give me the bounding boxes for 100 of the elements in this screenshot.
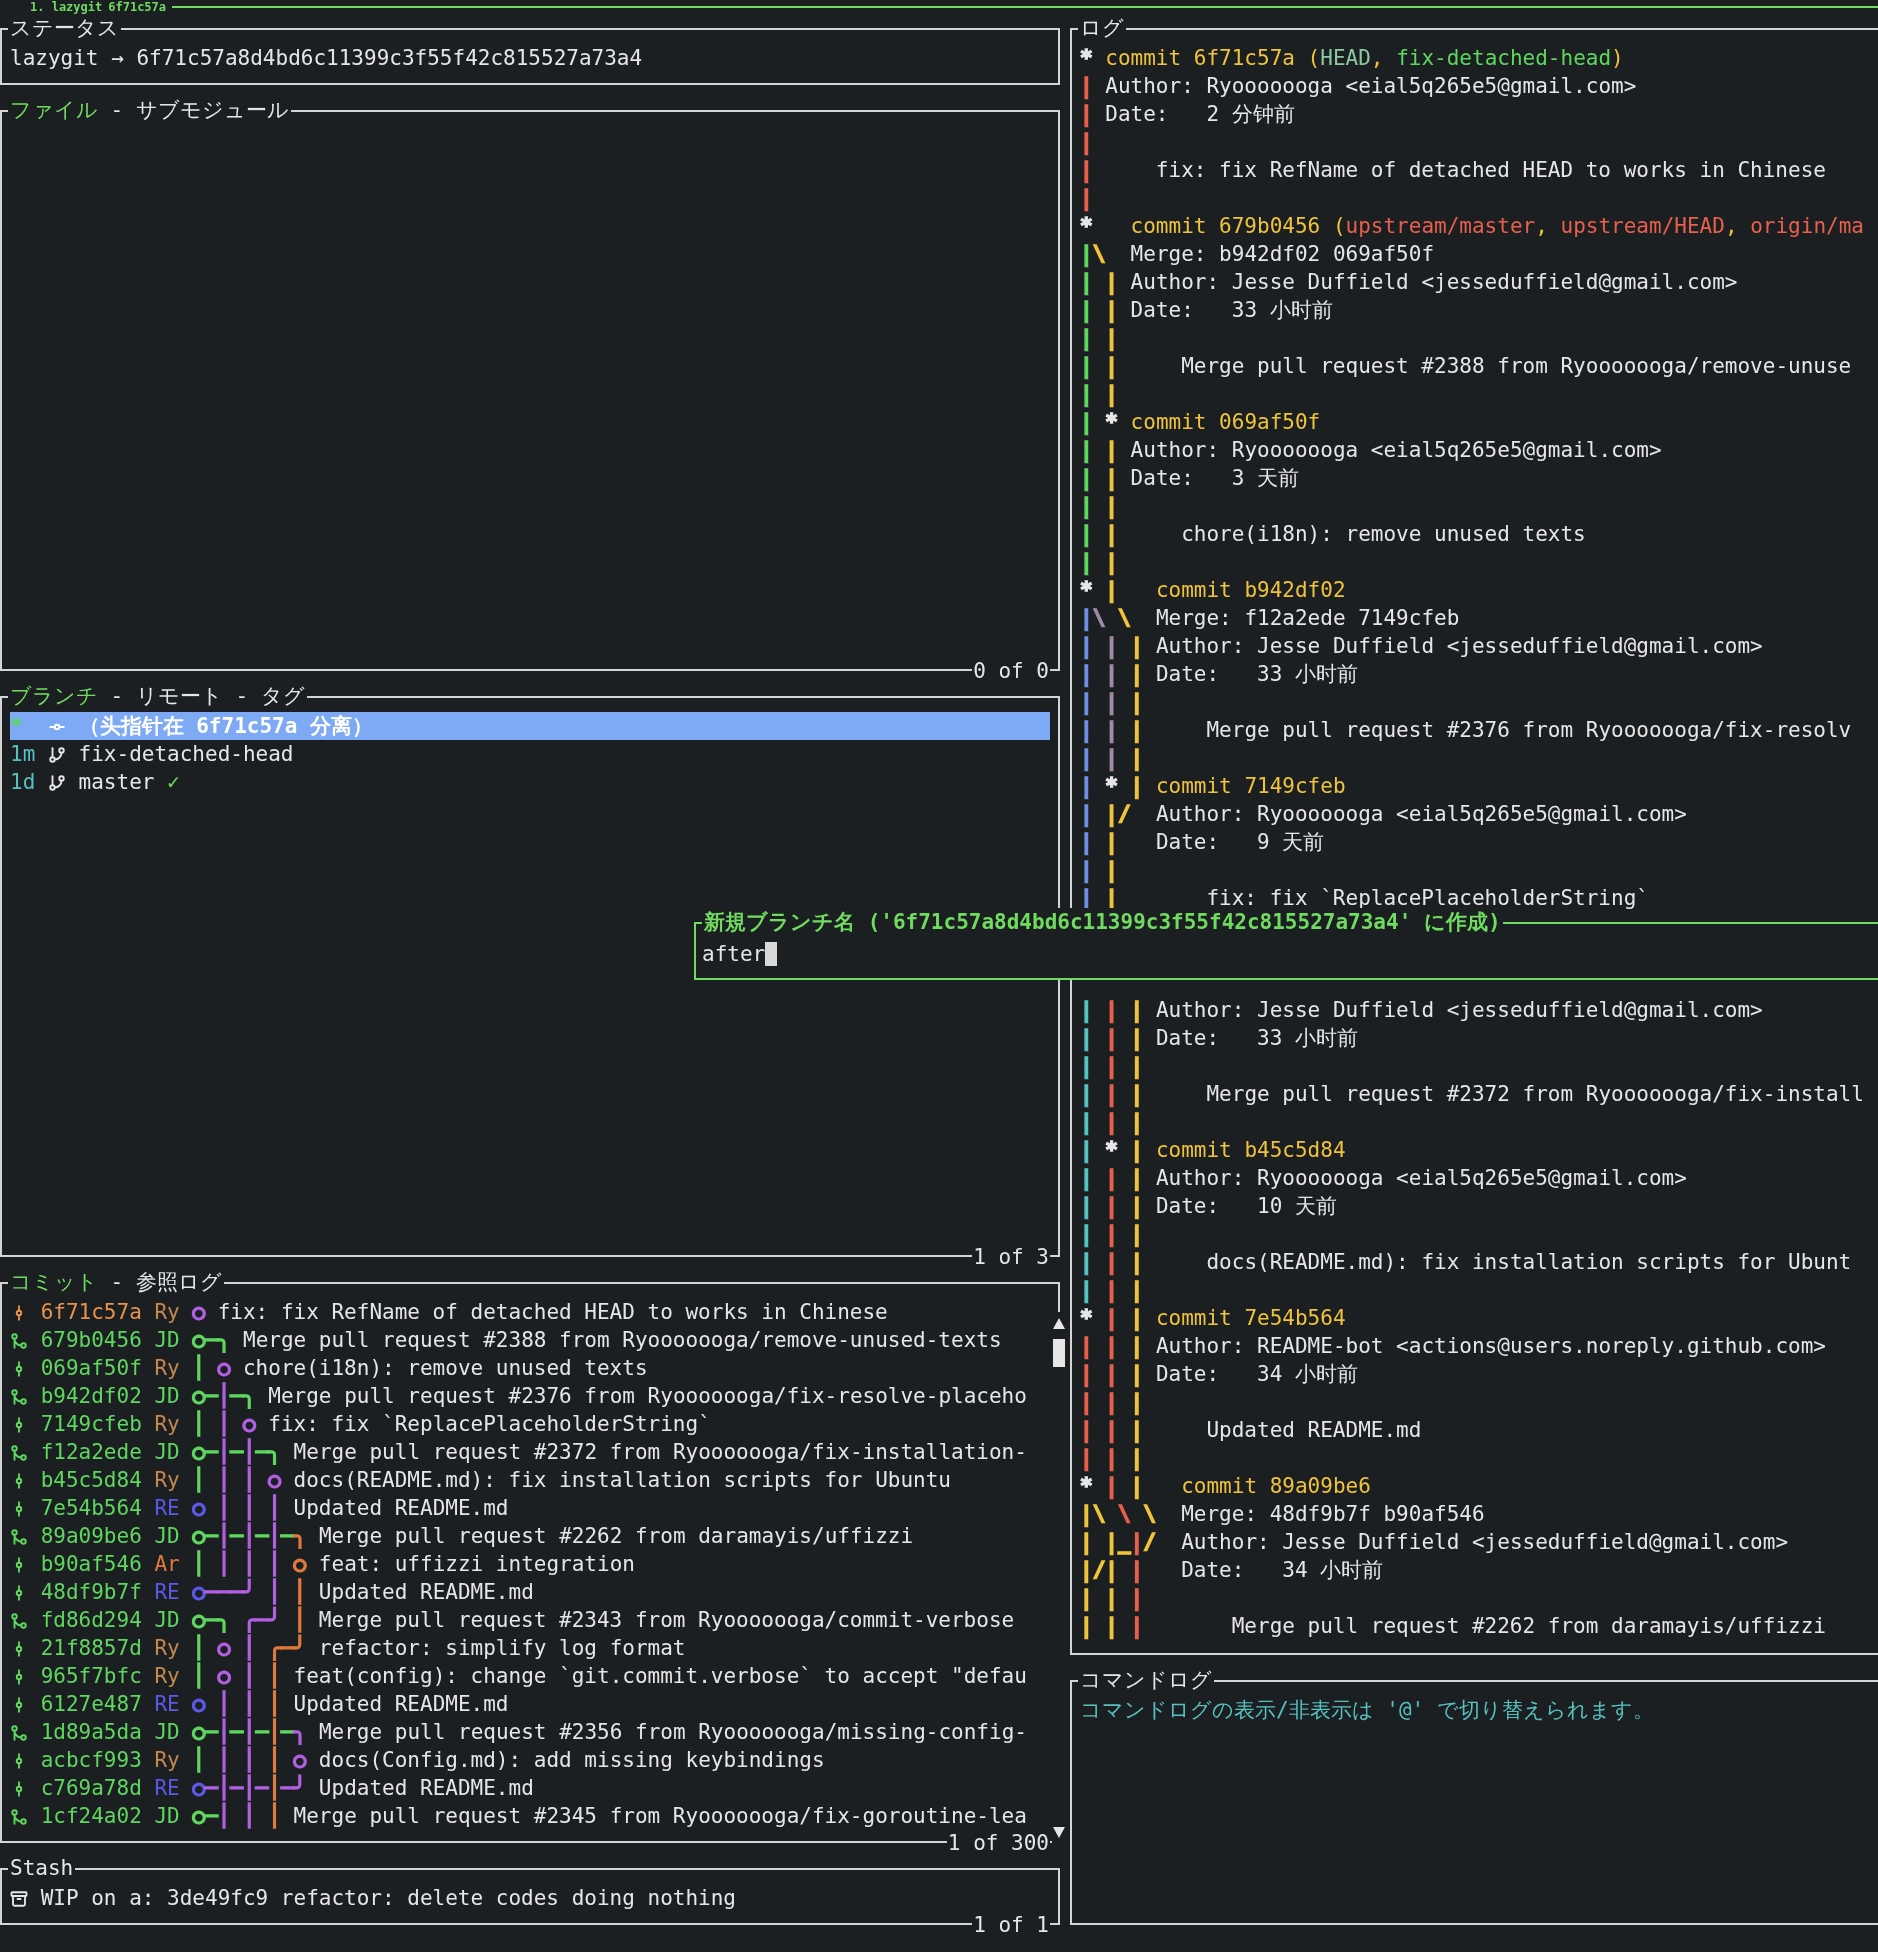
commit-graph: | | | [1080,1250,1145,1274]
merge-icon [10,1612,28,1630]
author-initials: Ry [154,1300,180,1324]
commit-detail: Author: Jesse Duffield <jesseduffield@gmail.com> [1155,634,1763,658]
commit-hash: 1cf24a02 [40,1804,142,1828]
commit-detail: Date: 34 小时前 [1155,1362,1358,1386]
commit-hash: 7e54b564 [40,1496,142,1520]
commit-graph: * [1080,46,1094,70]
commit-detail: Date: 3 天前 [1130,466,1300,490]
merge-icon [10,1444,28,1462]
commit-detail: Date: 9 天前 [1155,830,1325,854]
commit-detail: Author: Ryooooooga <eial5q265e5@gmail.com> [1155,802,1687,826]
commit-graph: ○─│ │ │ [192,1804,281,1828]
tab-separator: - [235,684,249,708]
commit-hash: 069af50f [40,1356,142,1380]
commit-message: Merge pull request #2343 from Ryooooooga/commit-verbose [318,1608,1015,1632]
commit-graph: ○─╮ ╭─╯ │ [192,1608,307,1632]
commit-message: refactor: simplify log format [318,1636,686,1660]
branch-icon [47,746,66,764]
panel-tab[interactable]: コミット [10,1270,98,1294]
panel-tab[interactable]: ファイル [10,98,98,122]
commit-graph: | | [1080,550,1118,574]
commit-graph: ○ [192,1300,206,1324]
panel-tab[interactable]: ブランチ [10,684,98,708]
author-initials: JD [154,1720,180,1744]
commit-message: fix: fix RefName of detached HEAD to works in Chinese [217,1300,888,1324]
commit-graph: ○─│─│─╮ [192,1440,281,1464]
commit-graph: │ │ ○ [192,1412,256,1436]
commit-graph: | | | [1080,1418,1145,1442]
author-initials: Ar [154,1552,180,1576]
commit-graph: │ │ │ ○ [192,1468,281,1492]
commit-graph: | | | [1080,1026,1145,1050]
commit-graph: | | | [1080,1082,1145,1106]
branch-item[interactable]: 1d master ✓ [10,768,1050,796]
panel-title: Stash [10,1856,74,1880]
commit-graph: ○─│─╮ [192,1384,256,1408]
commit-graph: │ ○ │ │ [192,1664,281,1688]
commit-header: commit 679b0456 (upstream/master, upstream/HEAD, origin/ma [1130,214,1864,238]
commit-message: fix: fix RefName of detached HEAD to works in Chinese [1154,158,1826,182]
commit-graph: * [1080,214,1094,238]
command-log-hint: コマンドログの表示/非表示は '@' で切り替えられます。 [1080,1698,1654,1722]
author-initials: RE [154,1776,180,1800]
commit-message: Merge pull request #2376 from Ryooooooga/fix-resolv [1205,718,1852,742]
commit-detail: Merge: 48df9b7f b90af546 [1181,1502,1485,1526]
commit-message: Updated README.md [293,1692,509,1716]
branch-name-field[interactable]: after [702,940,778,968]
commit-graph: │ ○ [192,1356,231,1380]
commit-hash: 965f7bfc [40,1664,142,1688]
commit-graph: │ │ │ │ ○ [192,1552,307,1576]
commit-graph: ○ │ │ │ [192,1692,281,1716]
commit-hash: 21f8857d [40,1636,142,1660]
commit-graph: | [1080,130,1093,154]
commit-hash: 7149cfeb [40,1412,142,1436]
merge-icon [10,1724,28,1742]
commit-graph: | | | [1080,1390,1144,1414]
commit-graph: | | [1080,858,1118,882]
panel-tab[interactable]: サブモジュール [135,98,289,122]
commit-graph: ○─│─│─│─╮ [192,1524,307,1548]
commit-graph: | [1080,102,1094,126]
author-initials: Ry [154,1468,180,1492]
commit-graph: | | | [1080,746,1144,770]
branch-name: master [78,770,155,794]
commit-graph: | | | [1080,1362,1145,1386]
commit-graph: ○─│─│─│─╯ [192,1776,307,1800]
commit-message: chore(i18n): remove unused texts [242,1356,648,1380]
commit-graph: * | | [1080,1306,1145,1330]
commit-graph: |\ \ [1080,606,1132,630]
commit-detail: Author: Ryooooooga <eial5q265e5@gmail.com> [1105,74,1637,98]
commit-message: Merge pull request #2376 from Ryooooooga/fix-resolve-placeho [268,1384,1027,1408]
commit-header: commit b942df02 [1155,578,1346,602]
commit-graph: |\ \ \ [1080,1502,1157,1526]
commit-hash: b90af546 [40,1552,142,1576]
commit-message: Merge pull request #2372 from Ryooooooga/fix-install [1205,1082,1864,1106]
commit-message: Merge pull request #2262 from daramayis/uffizzi [318,1524,914,1548]
commit-detail: Author: Jesse Duffield <jesseduffield@gmail.com> [1130,270,1738,294]
head-ref: 6f71c57a [108,0,167,14]
commit-graph: | | [1080,326,1118,350]
panel-tab[interactable]: タグ [260,684,305,708]
commit-graph: | [1080,74,1094,98]
panel-tab[interactable]: リモート [135,684,223,708]
scrollbar-thumb[interactable] [1053,1339,1065,1367]
author-initials: RE [154,1692,180,1716]
author-initials: JD [154,1524,180,1548]
branch-item[interactable]: 1m fix-detached-head [10,740,1050,768]
commit-graph: ○─╮ [192,1328,231,1352]
window-title: 1. lazygit [30,0,103,14]
branch-recency: * [10,713,24,740]
commit-graph: |\ [1080,242,1107,266]
commit-graph: | [1080,186,1093,210]
panel-title: コマンドログ [1080,1668,1212,1692]
commit-message: Updated README.md [1205,1418,1422,1442]
commit-hash: f12a2ede [40,1440,142,1464]
commit-graph: | | | [1080,718,1145,742]
commit-graph: | | | [1080,1586,1144,1610]
panel-tab[interactable]: 参照ログ [135,1270,222,1294]
commit-graph: | | [1080,270,1119,294]
author-initials: Ry [154,1356,180,1380]
commit-message: Updated README.md [293,1496,509,1520]
commit-message: Merge pull request #2372 from Ryooooooga/fix-installation- [293,1440,1027,1464]
branch-status: ✓ [167,770,180,794]
